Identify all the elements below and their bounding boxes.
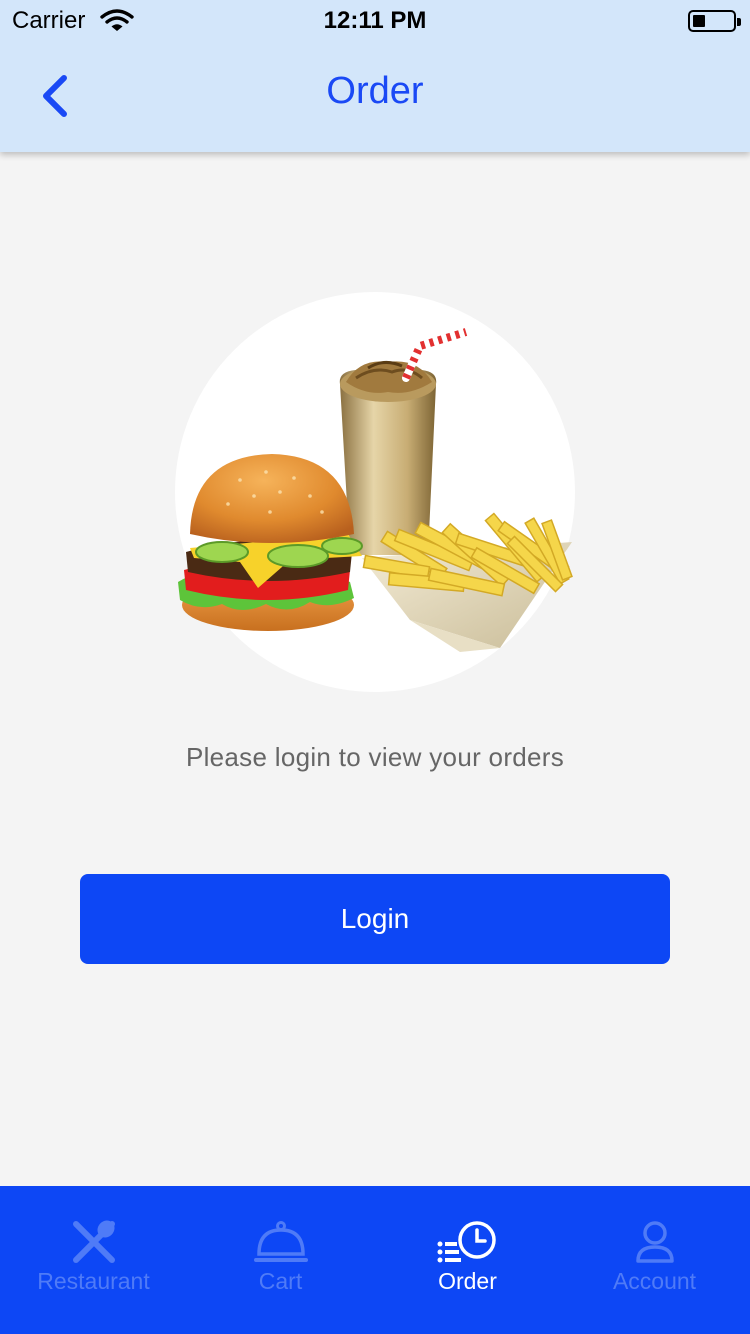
login-prompt-text: Please login to view your orders [185,742,565,772]
battery-icon [688,10,741,32]
tab-cart[interactable]: Cart [187,1186,374,1334]
service-bell-icon [253,1221,308,1262]
battery-level [693,15,705,27]
app-screen: Carrier 12:11 PM Order Please login to v… [0,0,750,1334]
page-title: Order [326,70,424,112]
user-icon [635,1221,674,1263]
tab-order[interactable]: Order [374,1186,561,1334]
tab-label-cart: Cart [258,1268,303,1294]
status-time: 12:11 PM [323,7,427,34]
top-bar: Carrier 12:11 PM Order [0,0,750,152]
battery-nub [737,18,741,26]
tab-label-restaurant: Restaurant [37,1268,150,1294]
tab-label-account: Account [612,1268,697,1294]
tab-account[interactable]: Account [561,1186,748,1334]
tab-bar: Restaurant Cart Order Account [0,1186,750,1334]
login-button[interactable]: Login [80,874,670,964]
tab-restaurant[interactable]: Restaurant [0,1186,187,1334]
tab-label-order: Order [438,1268,497,1294]
burger-fries-shake-illustration [178,328,573,652]
status-bar: Carrier 12:11 PM [0,0,750,40]
order-clock-icon [437,1221,496,1263]
fork-spoon-icon [72,1220,115,1263]
